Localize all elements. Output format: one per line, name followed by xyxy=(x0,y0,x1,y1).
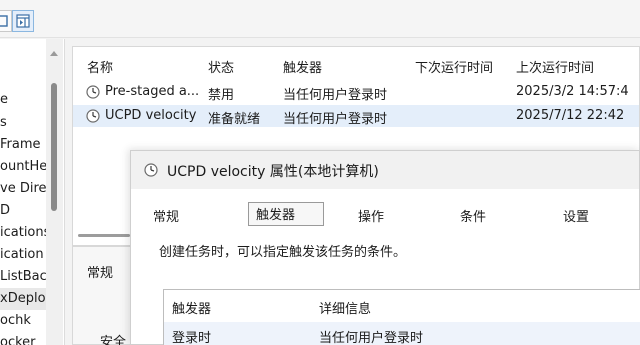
tab-security[interactable]: 安全 xyxy=(100,331,126,345)
scrollbar-thumb[interactable] xyxy=(78,234,130,237)
dialog-title-bar[interactable]: UCPD velocity 属性(本地计算机) xyxy=(131,151,639,189)
tree-item[interactable]: ication xyxy=(0,244,44,266)
scrollbar-thumb[interactable] xyxy=(51,83,57,211)
clock-icon xyxy=(86,85,100,99)
task-last-run: 2025/3/2 14:57:4 xyxy=(516,84,629,99)
column-header-next-run[interactable]: 下次运行时间 xyxy=(415,57,493,76)
table-row-selected[interactable]: UCPD velocity 准备就绪 当任何用户登录时 2025/7/12 22… xyxy=(73,105,639,127)
toolbar-button-partial[interactable] xyxy=(0,10,12,32)
trigger-details: 当任何用户登录时 xyxy=(319,331,424,345)
tree-item[interactable]: ochk xyxy=(0,310,31,332)
task-details-pane: 常规 安全 xyxy=(72,246,132,345)
column-header-last-run[interactable]: 上次运行时间 xyxy=(516,57,594,76)
task-properties-dialog: UCPD velocity 属性(本地计算机) 常规 触发器 操作 条件 设置 … xyxy=(130,150,640,345)
task-last-run: 2025/7/12 22:42 xyxy=(516,108,625,123)
task-status: 准备就绪 xyxy=(208,112,261,127)
tab-conditions[interactable]: 条件 xyxy=(460,206,486,225)
trigger-type: 登录时 xyxy=(172,331,212,345)
tab-settings[interactable]: 设置 xyxy=(563,206,589,225)
column-header-trigger[interactable]: 触发器 xyxy=(283,57,322,76)
clock-icon xyxy=(144,163,158,177)
clock-icon xyxy=(86,109,100,123)
dialog-title: UCPD velocity 属性(本地计算机) xyxy=(167,164,379,180)
tree-item[interactable]: s xyxy=(0,112,7,134)
column-header-details[interactable]: 详细信息 xyxy=(319,298,371,317)
triggers-description: 创建任务时，可以指定触发该任务的条件。 xyxy=(159,245,407,260)
tree-item[interactable]: D xyxy=(0,200,10,222)
tab-general[interactable]: 常规 xyxy=(87,262,113,281)
task-status: 禁用 xyxy=(208,88,235,103)
task-name: UCPD velocity xyxy=(105,108,197,123)
tree-item-selected[interactable]: xDeploy xyxy=(0,288,53,310)
table-row[interactable]: Pre-staged a... 禁用 当任何用户登录时 2025/3/2 14:… xyxy=(73,81,639,103)
task-trigger: 当任何用户登录时 xyxy=(283,88,388,103)
tree-item[interactable]: ListBacl xyxy=(0,266,50,288)
horizontal-scrollbar[interactable] xyxy=(78,231,130,239)
tree-item[interactable]: e xyxy=(0,89,8,111)
tree-item[interactable]: ications xyxy=(0,222,50,244)
column-header-name[interactable]: 名称 xyxy=(87,57,113,76)
column-header-trigger[interactable]: 触发器 xyxy=(172,298,211,317)
tree-item[interactable]: ocker xyxy=(0,332,36,345)
tab-actions[interactable]: 操作 xyxy=(358,206,384,225)
task-name: Pre-staged a... xyxy=(105,84,200,99)
toolbar xyxy=(0,0,640,38)
task-trigger: 当任何用户登录时 xyxy=(283,112,388,127)
column-header-status[interactable]: 状态 xyxy=(208,57,234,76)
tree-scrollbar[interactable] xyxy=(46,39,63,345)
show-hide-action-pane-icon[interactable] xyxy=(12,10,34,32)
triggers-table[interactable]: 触发器 详细信息 登录时 当任何用户登录时 xyxy=(163,289,640,345)
scroll-up-icon[interactable] xyxy=(50,51,58,56)
tree-item[interactable]: ountHe xyxy=(0,156,47,178)
tree-item[interactable]: Frame xyxy=(0,134,41,156)
table-row[interactable]: 登录时 当任何用户登录时 xyxy=(164,322,640,345)
tab-triggers[interactable]: 触发器 xyxy=(248,202,325,226)
tab-general[interactable]: 常规 xyxy=(153,206,179,225)
